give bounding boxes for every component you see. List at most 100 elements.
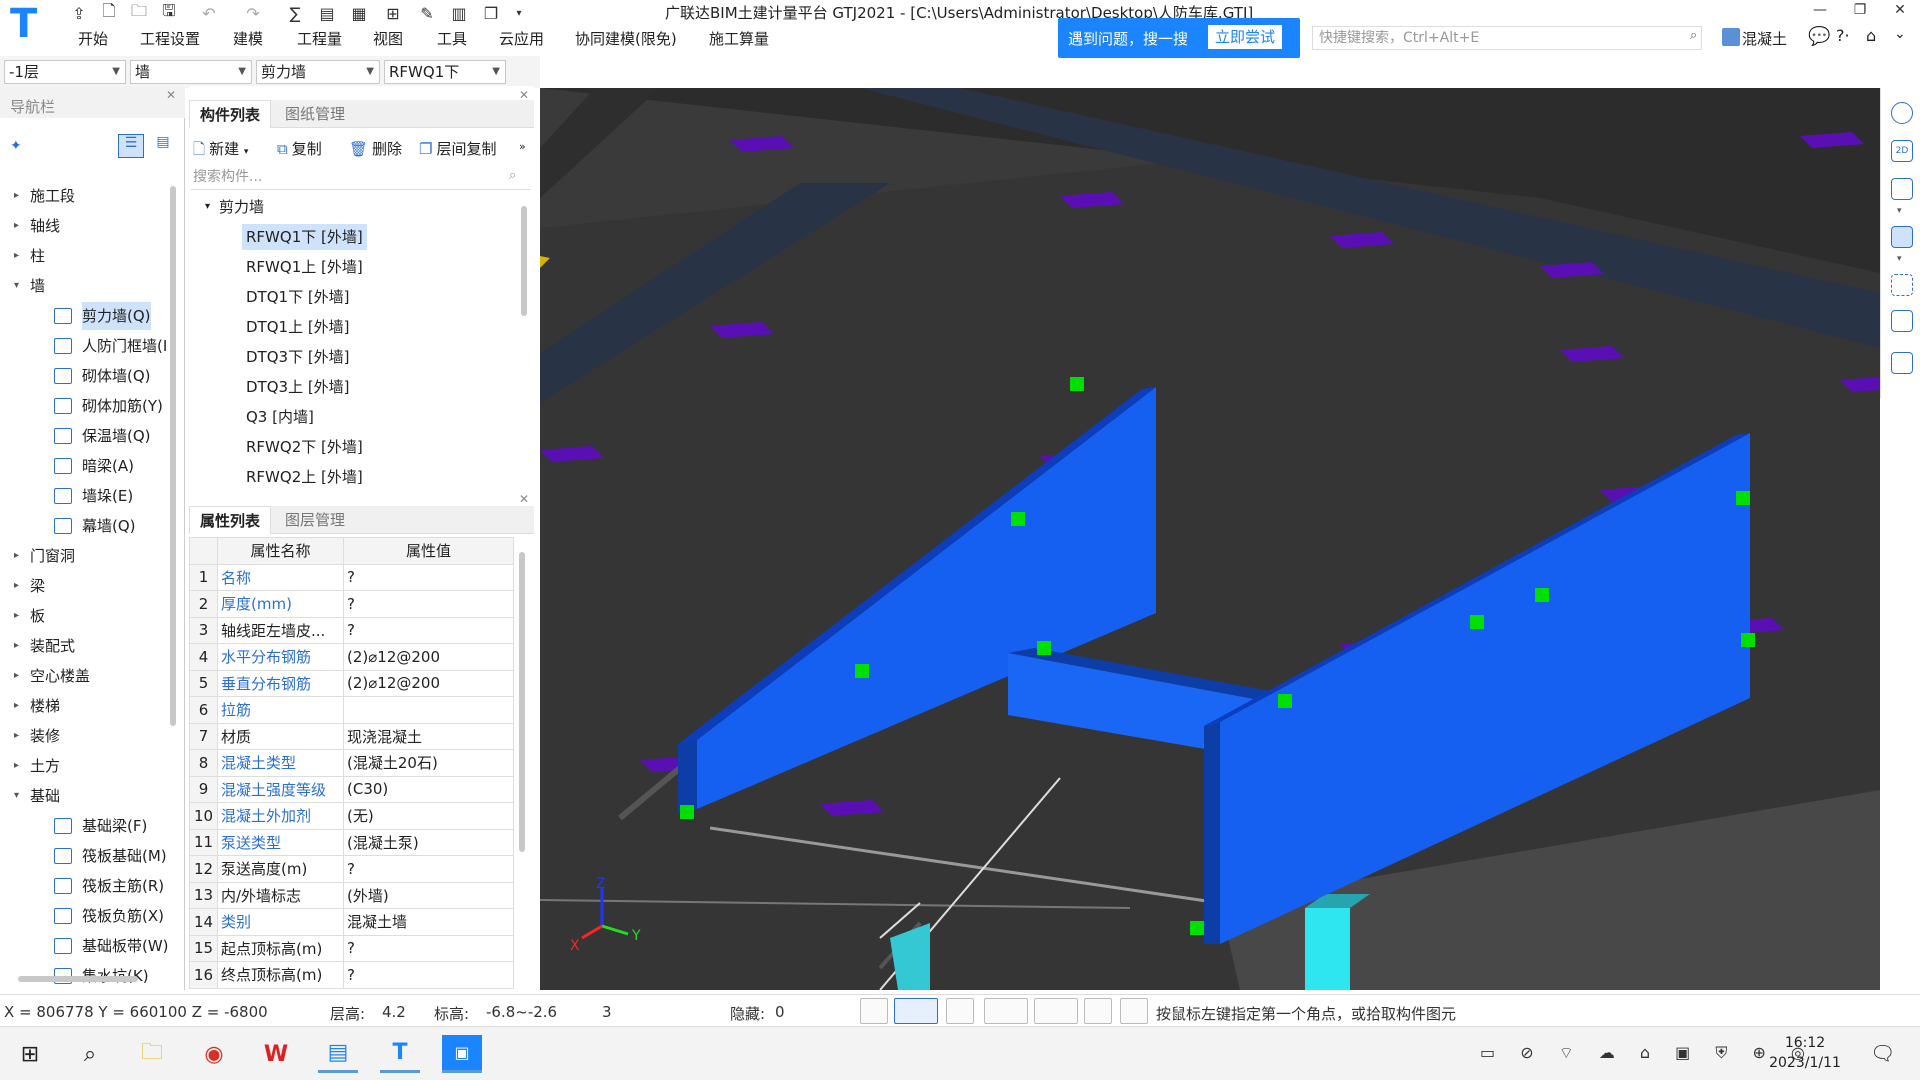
chevron-right-icon[interactable]: ▸ xyxy=(14,632,19,660)
grid-icon[interactable]: ⊞ xyxy=(380,2,406,24)
fullscreen-icon[interactable] xyxy=(1891,274,1913,296)
grip-point[interactable] xyxy=(680,805,694,819)
chat-icon[interactable]: 💬 xyxy=(1808,26,1830,47)
grip-point[interactable] xyxy=(1190,921,1204,935)
property-row[interactable]: 8 混凝土类型 (混凝土20石) xyxy=(189,749,514,777)
component-item[interactable]: DTQ3上 [外墙] xyxy=(189,372,519,402)
nav-subitem[interactable]: 幕墙(Q) xyxy=(0,512,170,540)
preview-app-icon[interactable]: ▣ xyxy=(442,1035,482,1073)
grip-point[interactable] xyxy=(1278,694,1292,708)
property-value[interactable]: ? xyxy=(343,616,514,644)
user-label[interactable]: 混凝土 xyxy=(1742,28,1787,49)
upload-icon[interactable]: ⇪ xyxy=(66,2,92,24)
nav-subitem[interactable]: 人防门框墙(I xyxy=(0,332,170,360)
property-row[interactable]: 11 泵送类型 (混凝土泵) xyxy=(189,828,514,856)
user-avatar[interactable] xyxy=(1722,28,1740,46)
model-canvas[interactable]: Z Y X xyxy=(540,88,1880,990)
grip-point[interactable] xyxy=(1037,641,1051,655)
menu-modeling[interactable]: 建模 xyxy=(233,28,263,49)
close-button[interactable]: ✕ xyxy=(1880,2,1920,26)
cube-view-icon[interactable] xyxy=(1891,310,1913,332)
floor-copy-button[interactable]: ❐ 层间复制 xyxy=(419,138,496,159)
component-search-input[interactable]: 搜索构件... xyxy=(191,166,531,190)
menu-cloud[interactable]: 云应用 xyxy=(499,28,544,49)
open-folder-icon[interactable]: 🗀 xyxy=(126,1,152,24)
component-item[interactable]: DTQ1下 [外墙] xyxy=(189,282,519,312)
property-value[interactable]: (2)⌀12@200 xyxy=(343,669,514,697)
undo-icon[interactable]: ↶ xyxy=(196,2,222,24)
type-select[interactable]: 墙 ▼ xyxy=(130,60,252,84)
restore-button[interactable]: ❐ xyxy=(1840,2,1880,26)
menu-tools[interactable]: 工具 xyxy=(437,28,467,49)
menu-view[interactable]: 视图 xyxy=(373,28,403,49)
chevron-right-icon[interactable]: ▸ xyxy=(14,212,19,240)
property-value[interactable]: ? xyxy=(343,590,514,618)
windows-start-icon[interactable]: ⊞ xyxy=(10,1035,50,1073)
property-value[interactable]: ? xyxy=(343,961,514,989)
nav-subitem[interactable]: 砌体加筋(Y) xyxy=(0,392,170,420)
property-row[interactable]: 15 起点顶标高(m)? xyxy=(189,934,514,962)
home-icon[interactable]: ⌂ xyxy=(1866,26,1876,45)
report-icon[interactable]: ▤ xyxy=(314,2,340,24)
select-box-button[interactable] xyxy=(894,998,938,1024)
view-3d-solid-icon[interactable] xyxy=(1891,226,1913,248)
nav-subitem[interactable]: 砌体墙(Q) xyxy=(0,362,170,390)
tree-group[interactable]: ▾ 剪力墙 xyxy=(189,192,519,222)
nav-item[interactable]: ▸ 装配式 xyxy=(0,632,170,660)
nav-subitem[interactable]: 筏板基础(M) xyxy=(0,842,170,870)
menu-start[interactable]: 开始 xyxy=(78,28,108,49)
cross-select-button[interactable] xyxy=(946,998,974,1024)
detail-view-icon[interactable]: ▤ xyxy=(150,134,176,158)
nav-item[interactable]: ▸ 施工段 xyxy=(0,182,170,210)
component-item[interactable]: DTQ3下 [外墙] xyxy=(189,342,519,372)
menu-quantity[interactable]: 工程量 xyxy=(297,28,342,49)
chevron-down-icon[interactable]: ▾ xyxy=(1897,254,1902,264)
floor-select[interactable]: -1层 ▼ xyxy=(4,60,126,84)
property-value[interactable]: 混凝土墙 xyxy=(343,908,514,936)
property-scrollbar[interactable] xyxy=(519,552,525,852)
nav-item[interactable]: ▸ 楼梯 xyxy=(0,692,170,720)
property-row[interactable]: 3 轴线距左墙皮...? xyxy=(189,616,514,644)
3d-viewport[interactable]: Z Y X xyxy=(540,88,1880,990)
component-item[interactable]: DTQ1上 [外墙] xyxy=(189,312,519,342)
nav-subitem[interactable]: 暗梁(A) xyxy=(0,452,170,480)
property-value[interactable]: (无) xyxy=(343,802,514,830)
menu-project-settings[interactable]: 工程设置 xyxy=(140,28,200,49)
tab-property-list[interactable]: 属性列表 xyxy=(189,506,272,534)
film-icon[interactable]: ▥ xyxy=(446,2,472,24)
property-value[interactable]: ? xyxy=(343,934,514,962)
chevron-right-icon[interactable]: ▸ xyxy=(14,542,19,570)
property-row[interactable]: 7 材质 现浇混凝土 xyxy=(189,722,514,750)
component-item[interactable]: RFWQ1上 [外墙] xyxy=(189,252,519,282)
nav-scrollbar[interactable] xyxy=(170,186,176,726)
tab-component-list[interactable]: 构件列表 xyxy=(189,100,272,128)
save-icon[interactable]: 🖫 xyxy=(156,1,182,24)
nav-subitem[interactable]: 基础板带(W) xyxy=(0,932,170,960)
property-value[interactable]: (外墙) xyxy=(343,881,514,909)
chrome-icon[interactable]: ◉ xyxy=(194,1035,234,1073)
nav-item[interactable]: ▸ 轴线 xyxy=(0,212,170,240)
nav-subitem[interactable]: 保温墙(Q) xyxy=(0,422,170,450)
component-scrollbar[interactable] xyxy=(521,206,527,316)
list-settings-icon[interactable] xyxy=(1891,352,1913,374)
offset-snap-button[interactable] xyxy=(1034,998,1078,1024)
layers-icon[interactable]: ❐ xyxy=(478,2,504,24)
chevron-down-icon[interactable]: ▾ xyxy=(14,782,19,810)
close-icon[interactable]: ✕ xyxy=(519,492,529,506)
redo-icon[interactable]: ↷ xyxy=(240,2,266,24)
try-now-button[interactable]: 立即尝试 xyxy=(1208,25,1282,49)
nav-subitem[interactable]: 筏板负筋(X) xyxy=(0,902,170,930)
component-item[interactable]: Q3 [内墙] xyxy=(189,402,519,432)
notification-icon[interactable]: 🗨 xyxy=(1870,1041,1895,1065)
chevron-right-icon[interactable]: ▸ xyxy=(14,572,19,600)
nav-item[interactable]: ▾ 墙 xyxy=(0,272,170,300)
nav-item[interactable]: ▸ 装修 xyxy=(0,722,170,750)
nav-item[interactable]: ▸ 土方 xyxy=(0,752,170,780)
grip-point[interactable] xyxy=(1011,512,1025,526)
property-value[interactable]: (混凝土泵) xyxy=(343,828,514,856)
search-icon[interactable]: ⌕ xyxy=(1690,28,1697,43)
property-row[interactable]: 4 水平分布钢筋 (2)⌀12@200 xyxy=(189,643,514,671)
grip-point[interactable] xyxy=(1741,633,1755,647)
property-row[interactable]: 1 名称? xyxy=(189,563,514,591)
chevron-right-icon[interactable]: ▸ xyxy=(14,662,19,690)
